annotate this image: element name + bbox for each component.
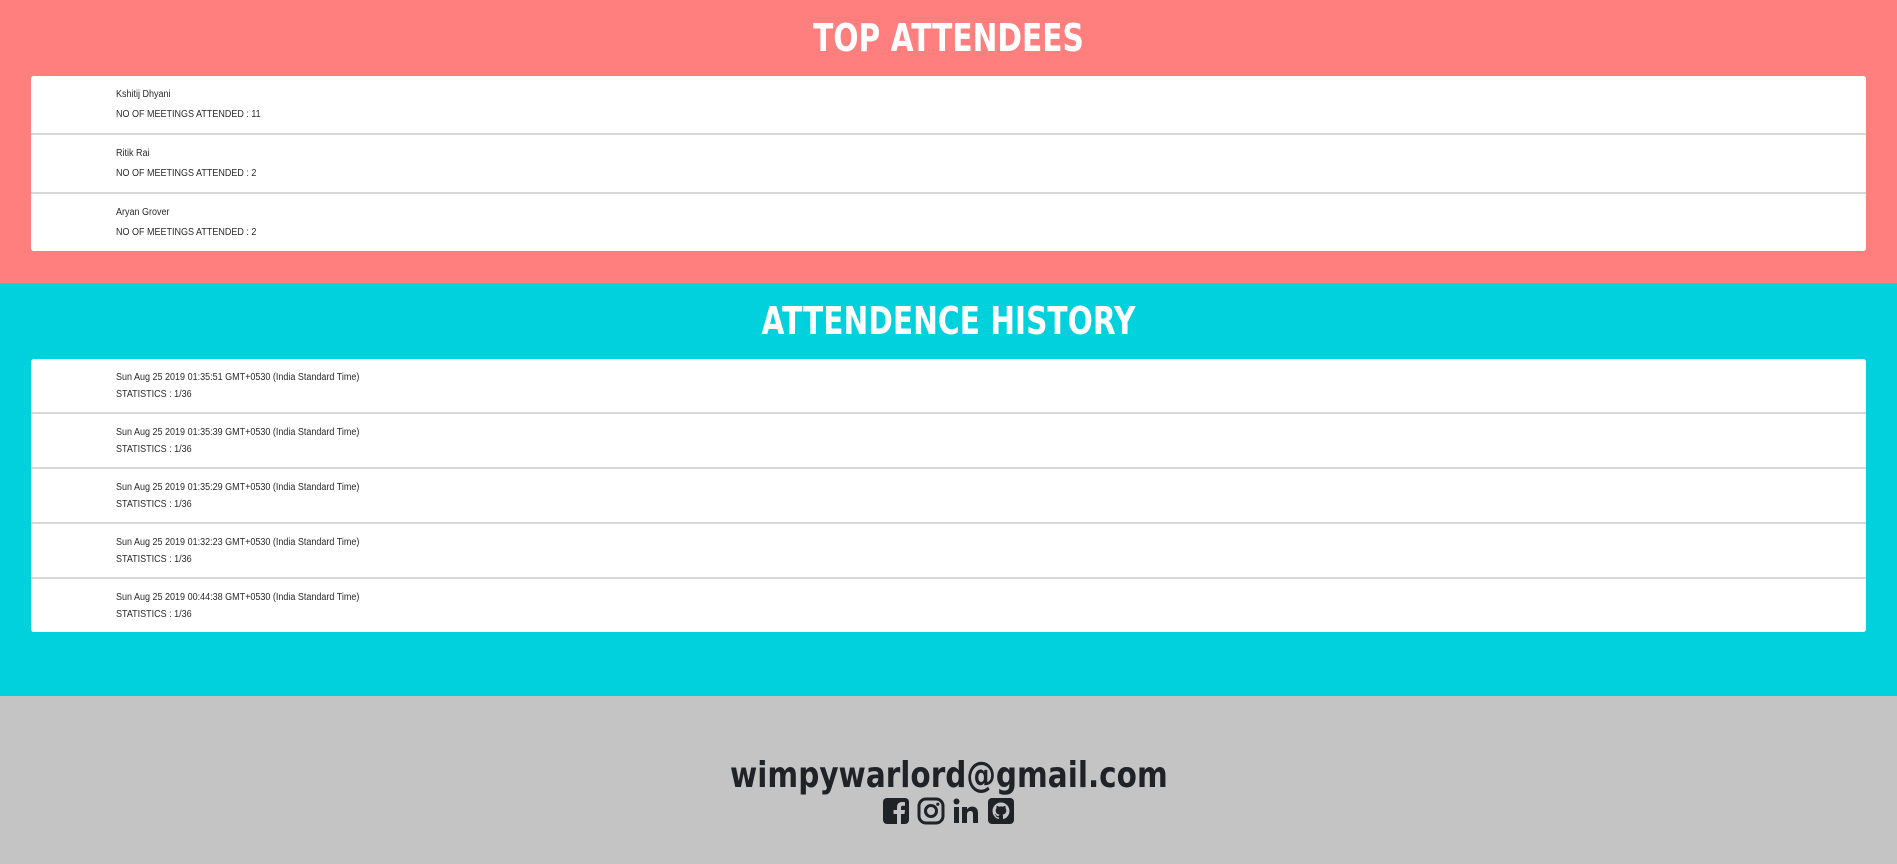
history-stats: STATISTICS : 1/36 bbox=[116, 389, 192, 400]
footer: wimpywarlord@gmail.com bbox=[0, 696, 1897, 864]
history-stats: STATISTICS : 1/36 bbox=[116, 554, 192, 565]
top-attendees-list: Kshitij Dhyani NO OF MEETINGS ATTENDED :… bbox=[31, 76, 1866, 251]
list-item: Sun Aug 25 2019 01:35:51 GMT+0530 (India… bbox=[31, 359, 1866, 414]
attendance-history-section: ATTENDENCE HISTORY Sun Aug 25 2019 01:35… bbox=[0, 283, 1897, 696]
top-attendees-title: TOP ATTENDEES bbox=[813, 16, 1084, 60]
history-stats: STATISTICS : 1/36 bbox=[116, 444, 192, 455]
history-date: Sun Aug 25 2019 01:35:29 GMT+0530 (India… bbox=[116, 482, 360, 493]
linkedin-icon[interactable] bbox=[951, 796, 981, 826]
instagram-icon[interactable] bbox=[916, 796, 946, 826]
facebook-icon[interactable] bbox=[881, 796, 911, 826]
list-item: Sun Aug 25 2019 01:35:29 GMT+0530 (India… bbox=[31, 469, 1866, 524]
history-date: Sun Aug 25 2019 01:35:39 GMT+0530 (India… bbox=[116, 427, 360, 438]
github-icon[interactable] bbox=[986, 796, 1016, 826]
attendee-meetings: NO OF MEETINGS ATTENDED : 2 bbox=[116, 168, 257, 179]
attendee-name: Ritik Rai bbox=[116, 148, 150, 159]
list-item: Ritik Rai NO OF MEETINGS ATTENDED : 2 bbox=[31, 135, 1866, 194]
list-item: Kshitij Dhyani NO OF MEETINGS ATTENDED :… bbox=[31, 76, 1866, 135]
history-date: Sun Aug 25 2019 01:32:23 GMT+0530 (India… bbox=[116, 537, 360, 548]
history-stats: STATISTICS : 1/36 bbox=[116, 609, 192, 620]
list-item: Aryan Grover NO OF MEETINGS ATTENDED : 2 bbox=[31, 194, 1866, 251]
attendee-name: Aryan Grover bbox=[116, 207, 170, 218]
history-date: Sun Aug 25 2019 00:44:38 GMT+0530 (India… bbox=[116, 592, 360, 603]
attendee-meetings: NO OF MEETINGS ATTENDED : 2 bbox=[116, 227, 257, 238]
social-links bbox=[0, 796, 1897, 826]
attendee-name: Kshitij Dhyani bbox=[116, 89, 171, 100]
attendance-history-list: Sun Aug 25 2019 01:35:51 GMT+0530 (India… bbox=[31, 359, 1866, 632]
list-item: Sun Aug 25 2019 01:35:39 GMT+0530 (India… bbox=[31, 414, 1866, 469]
attendance-history-title: ATTENDENCE HISTORY bbox=[761, 299, 1136, 343]
history-date: Sun Aug 25 2019 01:35:51 GMT+0530 (India… bbox=[116, 372, 360, 383]
history-stats: STATISTICS : 1/36 bbox=[116, 499, 192, 510]
list-item: Sun Aug 25 2019 00:44:38 GMT+0530 (India… bbox=[31, 579, 1866, 632]
attendee-meetings: NO OF MEETINGS ATTENDED : 11 bbox=[116, 109, 261, 120]
contact-email[interactable]: wimpywarlord@gmail.com bbox=[730, 756, 1168, 796]
list-item: Sun Aug 25 2019 01:32:23 GMT+0530 (India… bbox=[31, 524, 1866, 579]
top-attendees-section: TOP ATTENDEES Kshitij Dhyani NO OF MEETI… bbox=[0, 0, 1897, 283]
